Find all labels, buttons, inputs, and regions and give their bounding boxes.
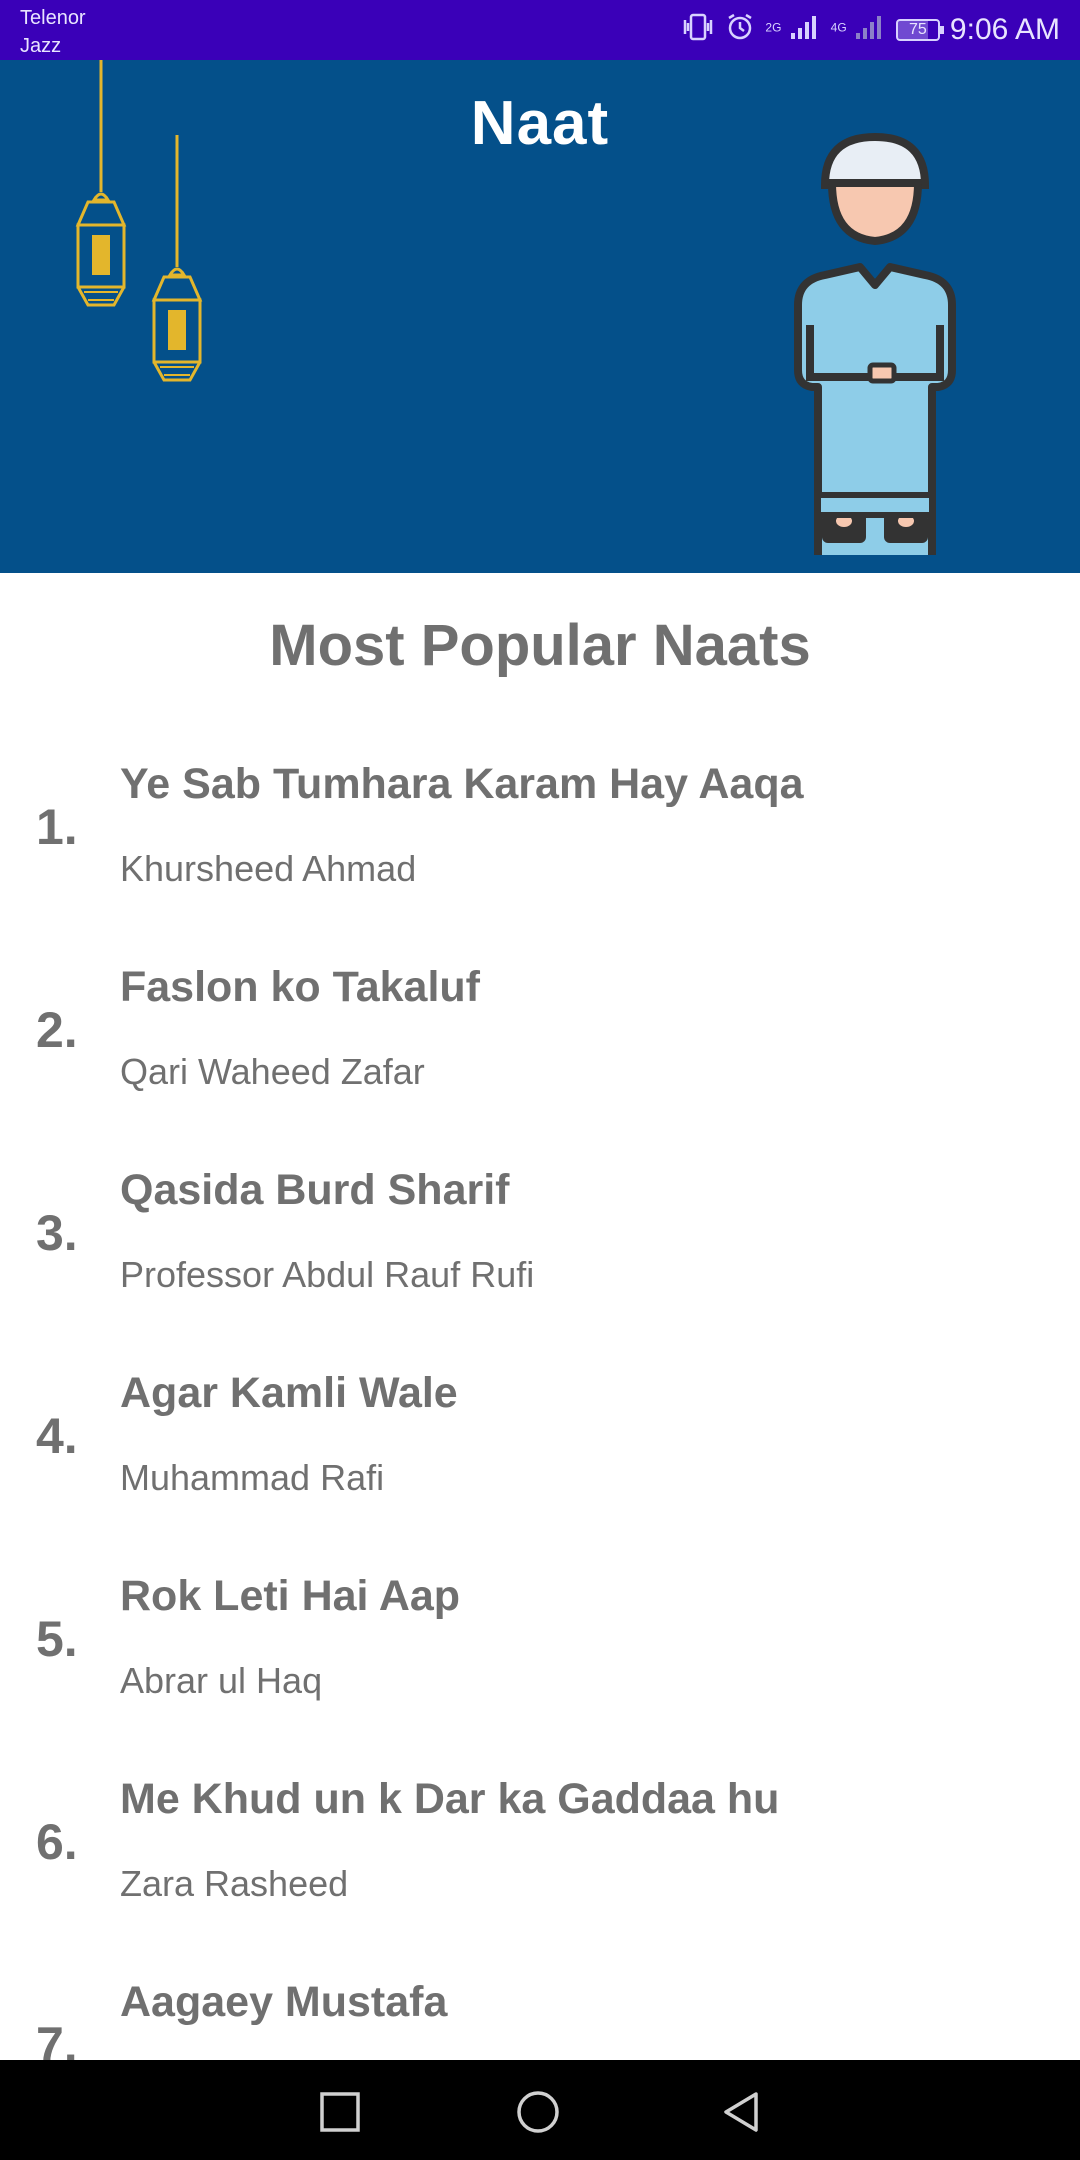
recents-icon[interactable] (318, 2090, 362, 2134)
list-item[interactable]: 7. Aagaey Mustafa (0, 1958, 1080, 2060)
carrier-name: Telenor Jazz (20, 4, 86, 60)
vibrate-icon (681, 12, 715, 49)
naat-artist: Qari Waheed Zafar (120, 1051, 425, 1092)
naat-title: Ye Sab Tumhara Karam Hay Aaqa (120, 760, 804, 808)
list-item[interactable]: 4. Agar Kamli Wale Muhammad Rafi (0, 1349, 1080, 1552)
clock: 9:06 AM (949, 13, 1060, 46)
section-title: Most Popular Naats (269, 613, 811, 678)
item-number: 3. (36, 1205, 78, 1261)
naat-title: Rok Leti Hai Aap (120, 1572, 461, 1620)
status-icons: 2G 4G 75 9:06 AM (681, 0, 1060, 60)
list-item[interactable]: 3. Qasida Burd Sharif Professor Abdul Ra… (0, 1146, 1080, 1349)
item-number: 4. (36, 1408, 78, 1464)
naat-artist: Khursheed Ahmad (120, 848, 417, 889)
network-type-1: 2G (765, 19, 782, 34)
item-number: 6. (36, 1814, 78, 1870)
alarm-icon (725, 12, 755, 49)
naat-artist: Professor Abdul Rauf Rufi (120, 1254, 535, 1295)
list-item[interactable]: 6. Me Khud un k Dar ka Gaddaa hu Zara Ra… (0, 1755, 1080, 1958)
carrier-line-2: Jazz (20, 35, 62, 57)
carrier-line-1: Telenor (20, 7, 86, 29)
item-number: 1. (36, 799, 78, 855)
item-number: 7. (36, 2017, 78, 2060)
list-item[interactable]: 5. Rok Leti Hai Aap Abrar ul Haq (0, 1552, 1080, 1755)
naat-title: Qasida Burd Sharif (120, 1166, 510, 1214)
item-number: 5. (36, 1611, 78, 1667)
status-bar: Telenor Jazz 2G 4G 75 9:06 AM (0, 0, 1080, 60)
signal-icon-2: 4G (831, 13, 886, 48)
naat-artist: Muhammad Rafi (120, 1457, 385, 1498)
naat-title: Aagaey Mustafa (120, 1978, 448, 2026)
list-item[interactable]: 2. Faslon ko Takaluf Qari Waheed Zafar (0, 943, 1080, 1146)
lantern-icon (75, 60, 127, 307)
signal-icon: 2G (765, 13, 820, 48)
back-icon[interactable] (718, 2090, 762, 2134)
naat-artist: Zara Rasheed (120, 1863, 349, 1904)
network-type-2: 4G (830, 19, 847, 34)
header-banner: Naat (0, 60, 1080, 573)
item-number: 2. (36, 1002, 78, 1058)
naat-title: Me Khud un k Dar ka Gaddaa hu (120, 1775, 780, 1823)
list-item[interactable]: 1. Ye Sab Tumhara Karam Hay Aaqa Khurshe… (0, 740, 1080, 943)
battery-icon: 75 (895, 19, 944, 41)
naat-artist: Abrar ul Haq (120, 1660, 323, 1701)
naat-title: Faslon ko Takaluf (120, 963, 480, 1011)
naat-title: Agar Kamli Wale (120, 1369, 458, 1417)
lantern-icon-2 (151, 135, 203, 382)
battery-level: 75 (909, 21, 927, 38)
praying-man-illustration (794, 132, 956, 555)
navigation-bar (0, 2060, 1080, 2160)
home-icon[interactable] (516, 2090, 560, 2134)
